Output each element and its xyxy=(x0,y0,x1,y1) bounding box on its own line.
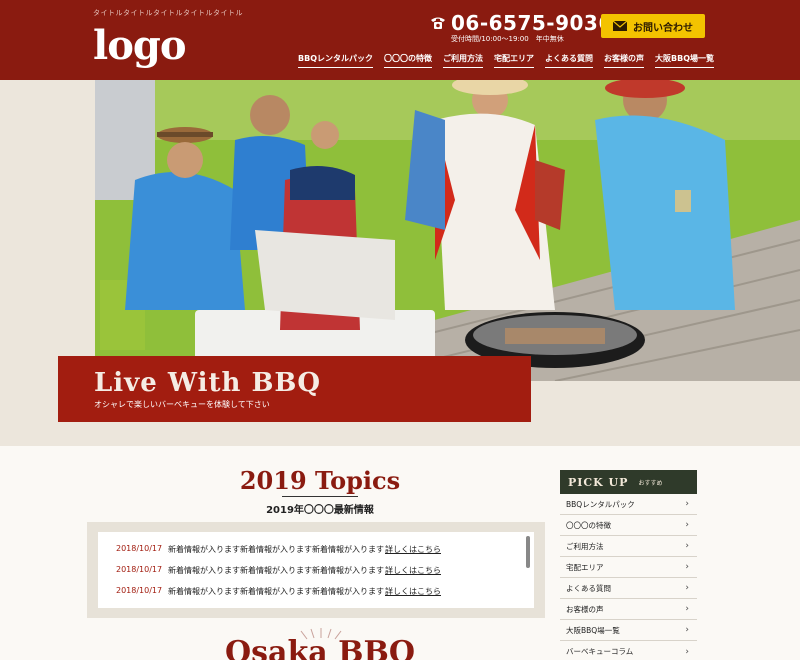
news-item: 2018/10/17 新着情報が入ります新着情報が入ります新着情報が入ります 詳… xyxy=(116,586,441,597)
chevron-right-icon: › xyxy=(685,646,689,657)
site-tagline: タイトルタイトルタイトルタイトルタイトル xyxy=(93,9,243,17)
nav-how-to-use[interactable]: ご利用方法 xyxy=(443,53,483,68)
news-scrollbar[interactable] xyxy=(526,536,530,568)
topics-subtitle: 2019年〇〇〇最新情報 xyxy=(266,505,374,516)
sidebar-item-bbq-column[interactable]: バーベキューコラム › xyxy=(560,641,697,660)
hero-subtitle: オシャレで楽しいバーベキューを体験して下さい xyxy=(94,400,270,409)
nav-faq[interactable]: よくある質問 xyxy=(545,53,593,68)
nav-delivery-area[interactable]: 宅配エリア xyxy=(494,53,534,68)
topics-divider xyxy=(282,496,358,497)
main-nav: BBQレンタルパック 〇〇〇の特徴 ご利用方法 宅配エリア よくある質問 お客様… xyxy=(298,53,714,68)
nav-bbq-rental[interactable]: BBQレンタルパック xyxy=(298,53,373,68)
news-date: 2018/10/17 xyxy=(116,565,163,574)
nav-features[interactable]: 〇〇〇の特徴 xyxy=(384,53,432,68)
hero-title: Live With BBQ xyxy=(94,368,322,398)
sidebar-item-label: ご利用方法 xyxy=(566,541,604,551)
chevron-right-icon: › xyxy=(685,625,689,635)
news-date: 2018/10/17 xyxy=(116,544,163,553)
sidebar-item-testimonials[interactable]: お客様の声 › xyxy=(560,599,697,620)
pickup-subtitle: おすすめ xyxy=(638,479,663,487)
sidebar-item-label: BBQレンタルパック xyxy=(566,499,635,509)
pickup-header: PICK UP おすすめ xyxy=(560,470,697,494)
chevron-right-icon: › xyxy=(685,583,689,593)
news-detail-link[interactable]: 詳しくはこちら xyxy=(385,565,441,576)
nav-osaka-bbq-list[interactable]: 大阪BBQ場一覧 xyxy=(655,53,714,68)
sidebar-item-label: バーベキューコラム xyxy=(566,647,634,656)
news-date: 2018/10/17 xyxy=(116,586,163,595)
chevron-right-icon: › xyxy=(685,562,689,572)
sidebar-item-label: 大阪BBQ場一覧 xyxy=(566,625,620,635)
sidebar-item-delivery-area[interactable]: 宅配エリア › xyxy=(560,557,697,578)
news-detail-link[interactable]: 詳しくはこちら xyxy=(385,586,441,597)
sidebar-item-osaka-bbq-list[interactable]: 大阪BBQ場一覧 › xyxy=(560,620,697,641)
news-text: 新着情報が入ります新着情報が入ります新着情報が入ります xyxy=(168,587,384,596)
news-item: 2018/10/17 新着情報が入ります新着情報が入ります新着情報が入ります 詳… xyxy=(116,544,441,555)
site-logo[interactable]: logo xyxy=(93,22,187,70)
business-hours: 受付時間/10:00〜19:00 年中無休 xyxy=(451,35,564,43)
sidebar-item-label: 〇〇〇の特徴 xyxy=(566,520,611,530)
sidebar-item-features[interactable]: 〇〇〇の特徴 › xyxy=(560,515,697,536)
hero-notch xyxy=(426,426,486,446)
contact-button-label: お問い合わせ xyxy=(633,22,693,34)
chevron-right-icon: › xyxy=(685,499,689,509)
sidebar-item-label: 宅配エリア xyxy=(566,562,604,572)
mail-icon xyxy=(613,21,627,31)
osaka-bbq-title: Osaka BBQ xyxy=(225,635,415,660)
news-text: 新着情報が入ります新着情報が入ります新着情報が入ります xyxy=(168,545,384,554)
contact-button[interactable]: お問い合わせ xyxy=(601,14,705,38)
chevron-right-icon: › xyxy=(685,541,689,551)
pickup-title: PICK UP xyxy=(568,475,629,489)
sidebar-item-label: お客様の声 xyxy=(566,604,604,614)
news-item: 2018/10/17 新着情報が入ります新着情報が入ります新着情報が入ります 詳… xyxy=(116,565,441,576)
news-detail-link[interactable]: 詳しくはこちら xyxy=(385,544,441,555)
chevron-right-icon: › xyxy=(685,604,689,614)
sidebar-item-bbq-rental[interactable]: BBQレンタルパック › xyxy=(560,494,697,515)
topics-title: 2019 Topics xyxy=(239,466,401,495)
sidebar-item-faq[interactable]: よくある質問 › xyxy=(560,578,697,599)
hero-photo xyxy=(95,80,800,381)
news-text: 新着情報が入ります新着情報が入ります新着情報が入ります xyxy=(168,566,384,575)
phone-number-text: 06-6575-9036 xyxy=(451,11,613,35)
phone-number[interactable]: 06-6575-9036 xyxy=(430,11,613,35)
chevron-right-icon: › xyxy=(685,520,689,530)
sidebar-item-how-to-use[interactable]: ご利用方法 › xyxy=(560,536,697,557)
nav-testimonials[interactable]: お客様の声 xyxy=(604,53,644,68)
hero-bbq-photo-illustration xyxy=(95,80,800,381)
phone-icon xyxy=(431,17,445,29)
sidebar-item-label: よくある質問 xyxy=(566,583,611,593)
